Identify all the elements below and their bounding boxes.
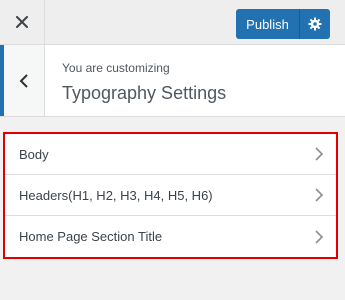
close-button[interactable] bbox=[0, 0, 45, 44]
menu-item-home-page-section-title[interactable]: Home Page Section Title bbox=[5, 216, 336, 257]
customizer-topbar: Publish bbox=[0, 0, 345, 45]
publish-settings-button[interactable] bbox=[299, 9, 330, 39]
menu-item-body[interactable]: Body bbox=[5, 134, 336, 175]
chevron-right-icon bbox=[315, 147, 324, 161]
publish-button[interactable]: Publish bbox=[236, 9, 299, 39]
chevron-right-icon bbox=[315, 229, 324, 244]
close-icon bbox=[16, 16, 28, 28]
typography-section-list: Body Headers(H1, H2, H3, H4, H5, H6) Hom… bbox=[3, 132, 338, 259]
chevron-left-icon bbox=[19, 73, 28, 88]
back-button[interactable] bbox=[0, 45, 45, 116]
breadcrumb: You are customizing bbox=[62, 61, 170, 75]
menu-item-label: Headers(H1, H2, H3, H4, H5, H6) bbox=[19, 187, 213, 203]
chevron-right-icon bbox=[315, 188, 324, 202]
menu-item-label: Home Page Section Title bbox=[19, 229, 163, 244]
publish-button-group: Publish bbox=[236, 9, 330, 39]
menu-item-headers[interactable]: Headers(H1, H2, H3, H4, H5, H6) bbox=[5, 175, 336, 216]
menu-item-label: Body bbox=[19, 146, 49, 162]
page-title: Typography Settings bbox=[62, 83, 227, 103]
section-header: You are customizing Typography Settings bbox=[0, 45, 345, 117]
gear-icon bbox=[308, 17, 322, 31]
